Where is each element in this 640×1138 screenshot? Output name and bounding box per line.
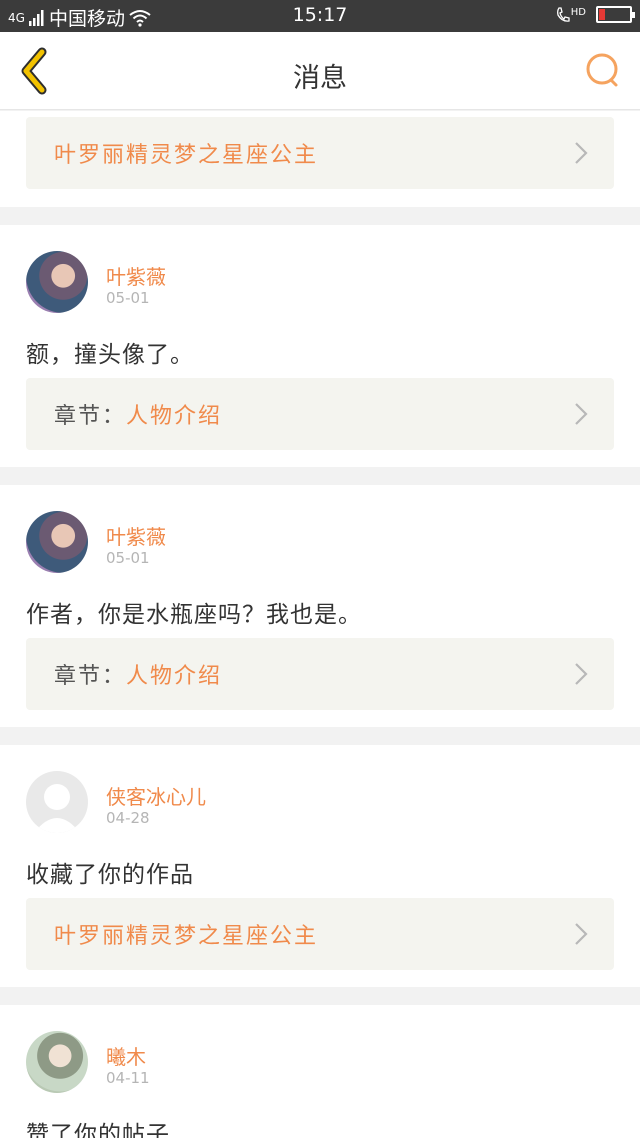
top-bar: 消息	[0, 32, 640, 110]
message-card: 叶紫薇 05-01 作者，你是水瓶座吗？我也是。 章节： 人物介绍	[0, 485, 640, 727]
chapter-link[interactable]: 章节： 人物介绍	[26, 638, 614, 710]
user-name[interactable]: 叶紫薇	[106, 521, 166, 550]
message-card-partial: 叶罗丽精灵梦之星座公主	[0, 111, 640, 207]
phone-icon	[556, 6, 570, 22]
chevron-right-icon	[575, 923, 588, 945]
message-text: 收藏了你的作品	[26, 862, 194, 888]
status-right: HD	[556, 6, 635, 23]
message-card: 侠客冰心儿 04-28 收藏了你的作品 叶罗丽精灵梦之星座公主	[0, 745, 640, 987]
message-date: 05-01	[106, 549, 150, 567]
work-link-title: 叶罗丽精灵梦之星座公主	[54, 924, 319, 949]
user-name[interactable]: 曦木	[106, 1041, 146, 1070]
user-silhouette-icon	[34, 784, 80, 833]
battery-level	[599, 9, 605, 20]
avatar[interactable]	[26, 251, 88, 313]
page-title: 消息	[293, 63, 347, 94]
chevron-right-icon	[575, 663, 588, 685]
avatar[interactable]	[26, 1031, 88, 1093]
user-name[interactable]: 叶紫薇	[106, 261, 166, 290]
work-link[interactable]: 叶罗丽精灵梦之星座公主	[26, 117, 614, 189]
message-card: 叶紫薇 05-01 额，撞头像了。 章节： 人物介绍	[0, 225, 640, 467]
message-text: 赞了你的帖子	[26, 1122, 170, 1138]
chapter-label: 章节：	[54, 404, 127, 429]
search-icon	[586, 53, 618, 87]
message-date: 04-11	[106, 1069, 150, 1087]
hd-label: HD	[570, 6, 586, 18]
message-date: 04-28	[106, 809, 150, 827]
battery-icon	[596, 6, 635, 23]
work-link[interactable]: 叶罗丽精灵梦之星座公主	[26, 898, 614, 970]
work-link-title: 叶罗丽精灵梦之星座公主	[54, 143, 319, 168]
user-name[interactable]: 侠客冰心儿	[106, 781, 206, 810]
chapter-title: 人物介绍	[126, 664, 223, 689]
clock: 15:17	[292, 4, 348, 26]
avatar[interactable]	[26, 511, 88, 573]
phone-hd-indicator: HD	[556, 7, 586, 23]
message-text: 额，撞头像了。	[26, 342, 194, 368]
chevron-right-icon	[575, 142, 588, 164]
chapter-title: 人物介绍	[126, 404, 223, 429]
chapter-link[interactable]: 章节： 人物介绍	[26, 378, 614, 450]
chevron-right-icon	[575, 403, 588, 425]
message-card: 曦木 04-11 赞了你的帖子	[0, 1005, 640, 1138]
search-button[interactable]	[580, 48, 626, 94]
message-date: 05-01	[106, 289, 150, 307]
chapter-label: 章节：	[54, 664, 127, 689]
status-bar: 4G 中国移动 15:17 HD	[0, 0, 640, 32]
message-text: 作者，你是水瓶座吗？我也是。	[26, 602, 362, 628]
default-avatar-icon[interactable]	[26, 771, 88, 833]
